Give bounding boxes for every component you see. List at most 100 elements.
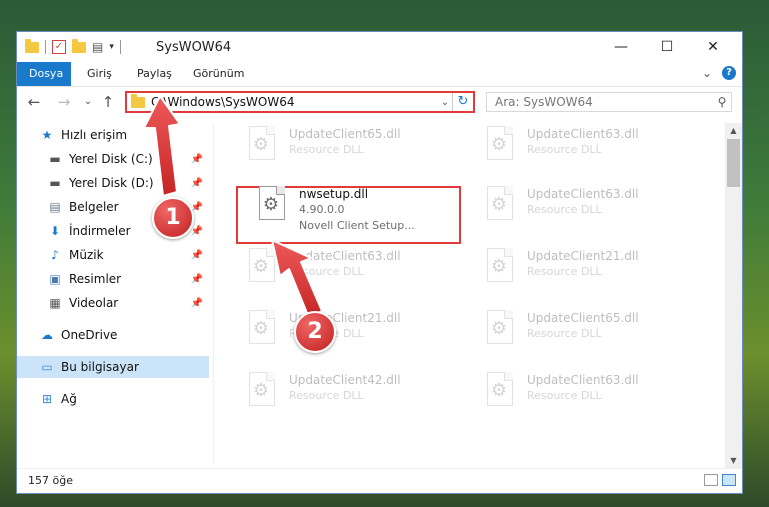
navigation-pane: ★ Hızlı erişim ▬ Yerel Disk (C:) 📌 ▬ Yer… bbox=[17, 124, 213, 464]
file-description: Resource DLL bbox=[527, 265, 602, 278]
ribbon-tabs: Dosya Giriş Paylaş Görünüm ⌄ ? bbox=[17, 62, 742, 87]
address-path[interactable]: C:\Windows\SysWOW64 bbox=[151, 95, 438, 109]
tab-share[interactable]: Paylaş bbox=[125, 62, 184, 86]
file-name: UpdateClient63.dll bbox=[527, 187, 639, 201]
explorer-window: ✓ ▤ ▾ SysWOW64 — ☐ ✕ Dosya Giriş Paylaş … bbox=[16, 31, 743, 494]
file-tile-nwsetup[interactable]: ⚙ nwsetup.dll 4.90.0.0 Novell Client Set… bbox=[253, 184, 473, 236]
file-name: UpdateClient63.dll bbox=[527, 373, 639, 387]
file-description: Resource DLL bbox=[289, 265, 364, 278]
back-button[interactable]: ← bbox=[25, 93, 43, 111]
address-bar[interactable]: C:\Windows\SysWOW64 ⌄ ↻ bbox=[125, 91, 475, 113]
close-button[interactable]: ✕ bbox=[690, 32, 736, 62]
sidebar-item-quick-access[interactable]: ★ Hızlı erişim bbox=[39, 124, 209, 146]
navigation-bar: ← → ⌄ ↑ C:\Windows\SysWOW64 ⌄ ↻ Ara: Sys… bbox=[17, 88, 742, 118]
sidebar-item-label: Videolar bbox=[69, 296, 119, 310]
network-icon: ⊞ bbox=[41, 392, 53, 406]
minimize-button[interactable]: — bbox=[598, 32, 644, 62]
file-name: UpdateClient65.dll bbox=[527, 311, 639, 325]
file-description: Resource DLL bbox=[527, 203, 602, 216]
drive-icon: ▬ bbox=[49, 152, 61, 166]
tiles-view-icon[interactable] bbox=[722, 474, 736, 486]
tab-file[interactable]: Dosya bbox=[17, 62, 71, 86]
tab-home[interactable]: Giriş bbox=[75, 62, 124, 86]
search-icon: ⚲ bbox=[717, 95, 727, 109]
scroll-down-icon[interactable]: ▼ bbox=[725, 453, 742, 469]
separator bbox=[45, 40, 46, 54]
sidebar-item-music[interactable]: ♪ Müzik 📌 bbox=[47, 244, 209, 266]
sidebar-item-pictures[interactable]: ▣ Resimler 📌 bbox=[47, 268, 209, 290]
scroll-thumb[interactable] bbox=[727, 139, 740, 187]
sidebar-item-label: Yerel Disk (C:) bbox=[69, 152, 153, 166]
dll-file-icon: ⚙ bbox=[481, 246, 521, 294]
status-bar: 157 öğe bbox=[17, 468, 742, 493]
file-tile[interactable]: ⚙ UpdateClient65.dll Resource DLL bbox=[481, 308, 701, 360]
forward-button[interactable]: → bbox=[55, 93, 73, 111]
file-description: Resource DLL bbox=[289, 389, 364, 402]
recent-locations-button[interactable]: ⌄ bbox=[79, 93, 97, 111]
sidebar-item-network[interactable]: ⊞ Ağ bbox=[39, 388, 209, 410]
file-tile[interactable]: ⚙ UpdateClient63.dll Resource DLL bbox=[243, 246, 463, 298]
pin-icon[interactable]: 📌 bbox=[191, 178, 203, 189]
scroll-up-icon[interactable]: ▲ bbox=[725, 123, 742, 139]
callout-1: 1 bbox=[152, 197, 194, 239]
new-folder-icon[interactable] bbox=[72, 38, 86, 53]
dll-file-icon: ⚙ bbox=[481, 124, 521, 172]
maximize-button[interactable]: ☐ bbox=[644, 32, 690, 62]
file-list: ⚙ UpdateClient65.dll Resource DLL ⚙ Upda… bbox=[223, 124, 727, 469]
file-name: UpdateClient42.dll bbox=[289, 373, 401, 387]
file-tile[interactable]: ⚙ UpdateClient63.dll Resource DLL bbox=[481, 124, 701, 176]
pin-icon[interactable]: 📌 bbox=[191, 154, 203, 165]
file-tile[interactable]: ⚙ UpdateClient65.dll Resource DLL bbox=[243, 124, 463, 176]
properties-icon[interactable]: ✓ bbox=[52, 40, 66, 54]
sidebar-item-label: İndirmeler bbox=[69, 224, 131, 238]
customize-qat-icon[interactable]: ▾ bbox=[109, 42, 114, 52]
pin-icon[interactable]: 📌 bbox=[191, 298, 203, 309]
expand-ribbon-icon[interactable]: ⌄ bbox=[702, 66, 712, 80]
up-button[interactable]: ↑ bbox=[99, 93, 117, 111]
pane-divider bbox=[213, 124, 214, 464]
chevron-down-icon[interactable]: ⌄ bbox=[438, 97, 452, 108]
file-name: nwsetup.dll bbox=[299, 187, 369, 201]
title-bar: ✓ ▤ ▾ SysWOW64 — ☐ ✕ bbox=[17, 32, 742, 62]
file-tile[interactable]: ⚙ UpdateClient42.dll Resource DLL bbox=[243, 370, 463, 422]
sidebar-item-label: Hızlı erişim bbox=[61, 128, 128, 142]
dll-file-icon: ⚙ bbox=[243, 370, 283, 418]
file-tile[interactable]: ⚙ UpdateClient63.dll Resource DLL bbox=[481, 370, 701, 422]
file-name: UpdateClient21.dll bbox=[527, 249, 639, 263]
view-icon[interactable]: ▤ bbox=[92, 40, 103, 54]
sidebar-item-onedrive[interactable]: ☁ OneDrive bbox=[39, 324, 209, 346]
drive-icon: ▬ bbox=[49, 176, 61, 190]
computer-icon: ▭ bbox=[41, 360, 53, 374]
details-view-icon[interactable] bbox=[704, 474, 718, 486]
sidebar-item-drive-c[interactable]: ▬ Yerel Disk (C:) 📌 bbox=[47, 148, 209, 170]
file-name: UpdateClient63.dll bbox=[527, 127, 639, 141]
vertical-scrollbar[interactable]: ▲ ▼ bbox=[725, 123, 742, 469]
search-box[interactable]: Ara: SysWOW64 ⚲ bbox=[486, 92, 732, 112]
file-tile[interactable]: ⚙ UpdateClient21.dll Resource DLL bbox=[481, 246, 701, 298]
help-icon[interactable]: ? bbox=[722, 66, 736, 80]
tab-view[interactable]: Görünüm bbox=[181, 62, 256, 86]
pin-icon[interactable]: 📌 bbox=[191, 250, 203, 261]
file-description: Resource DLL bbox=[527, 327, 602, 340]
separator bbox=[119, 40, 121, 54]
pin-icon[interactable]: 📌 bbox=[191, 226, 203, 237]
file-name: UpdateClient65.dll bbox=[289, 127, 401, 141]
videos-icon: ▦ bbox=[49, 296, 61, 310]
file-description: Novell Client Setup... bbox=[299, 219, 415, 232]
sidebar-item-this-pc[interactable]: ▭ Bu bilgisayar bbox=[17, 356, 209, 378]
dll-file-icon: ⚙ bbox=[243, 246, 283, 294]
file-description: Resource DLL bbox=[289, 143, 364, 156]
file-tile[interactable]: ⚙ UpdateClient63.dll Resource DLL bbox=[481, 184, 701, 236]
file-description: Resource DLL bbox=[527, 143, 602, 156]
file-tile[interactable]: ⚙ UpdateClient21.dll Resource DLL bbox=[243, 308, 463, 360]
cloud-icon: ☁ bbox=[41, 328, 53, 342]
window-title: SysWOW64 bbox=[156, 40, 232, 55]
sidebar-item-label: Ağ bbox=[61, 392, 77, 406]
pictures-icon: ▣ bbox=[49, 272, 61, 286]
pin-icon[interactable]: 📌 bbox=[191, 274, 203, 285]
search-input[interactable]: Ara: SysWOW64 bbox=[495, 95, 713, 109]
refresh-button[interactable]: ↻ bbox=[452, 93, 473, 111]
sidebar-item-label: Resimler bbox=[69, 272, 122, 286]
sidebar-item-videos[interactable]: ▦ Videolar 📌 bbox=[47, 292, 209, 314]
sidebar-item-drive-d[interactable]: ▬ Yerel Disk (D:) 📌 bbox=[47, 172, 209, 194]
